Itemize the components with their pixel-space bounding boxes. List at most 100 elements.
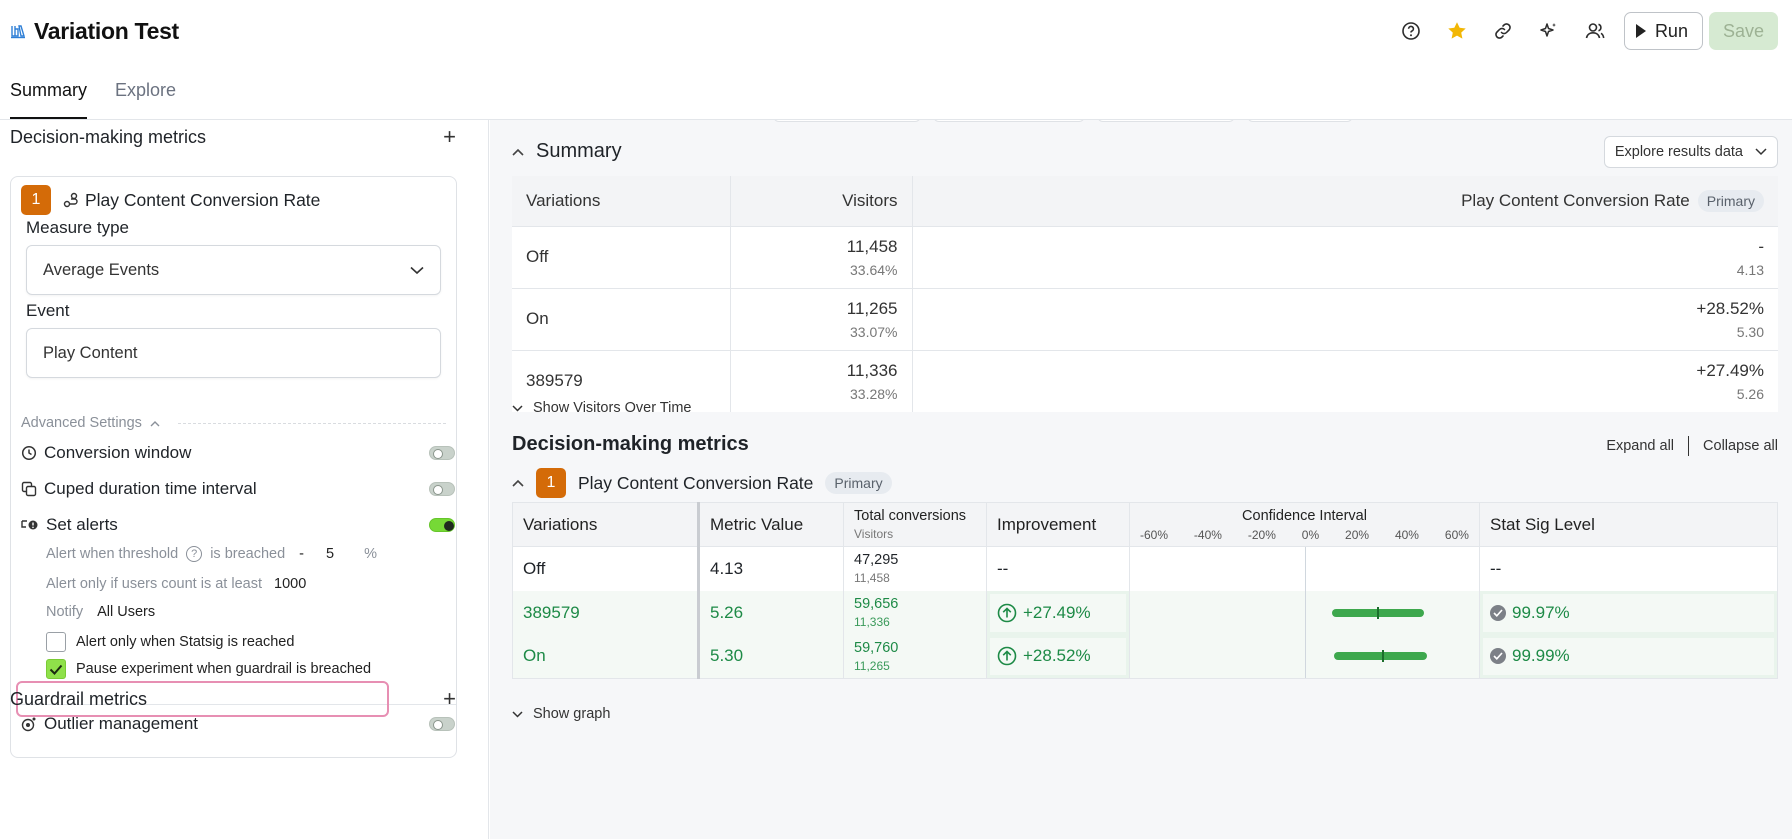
notify-row: Notify All Users: [46, 604, 155, 620]
visitors-cell: 11,336 33.28%: [730, 349, 913, 412]
dm-header-row: Variations Metric Value Total conversion…: [512, 502, 1778, 547]
statsig-check-row: Alert only when Statsig is reached: [46, 632, 294, 652]
conversion-window-toggle[interactable]: [429, 446, 455, 460]
rate-value: +27.49%: [1696, 360, 1764, 380]
table-row: Off 4.13 47,295 11,458 -- --: [512, 546, 1778, 591]
tab-explore[interactable]: Explore: [115, 80, 176, 119]
improvement-cell: +27.49%: [986, 590, 1130, 635]
ci-point: [1381, 650, 1384, 663]
dm-metric-name: Play Content Conversion Rate: [578, 472, 814, 493]
alert-users-input[interactable]: 1000: [274, 576, 306, 592]
save-button[interactable]: Save: [1708, 12, 1778, 50]
statsig-checkbox[interactable]: [46, 632, 66, 652]
table-row: On 11,265 33.07% +28.52% 5.30: [512, 287, 1778, 350]
ci-bar: [1334, 652, 1427, 661]
alert-threshold-sign[interactable]: -: [299, 546, 304, 562]
add-decision-metric-icon[interactable]: +: [443, 126, 456, 148]
stat-sig-cell: --: [1479, 546, 1778, 591]
variation-name: Off: [512, 225, 731, 288]
expand-all-button[interactable]: Expand all: [1606, 438, 1674, 454]
visitors-value: 11,458: [846, 236, 898, 256]
chip[interactable]: [1097, 120, 1235, 122]
summary-table: Variations Visitors Play Content Convers…: [512, 176, 1778, 412]
rate-cell: +28.52% 5.30: [912, 287, 1778, 350]
conversion-window-row: Conversion window: [21, 443, 455, 463]
measure-type-select[interactable]: Average Events: [26, 245, 441, 295]
guardrail-metrics-header: Guardrail metrics +: [10, 688, 456, 710]
show-visitors-toggle[interactable]: Show Visitors Over Time: [512, 400, 691, 416]
sparkle-icon[interactable]: [1526, 12, 1572, 50]
star-icon[interactable]: [1434, 12, 1480, 50]
ci-cell: [1129, 546, 1480, 591]
run-button[interactable]: Run: [1623, 12, 1703, 50]
table-row: Off 11,458 33.64% - 4.13: [512, 225, 1778, 288]
ci-point: [1376, 606, 1379, 619]
funnel-icon: [63, 192, 79, 208]
alert-breached-label: is breached: [210, 546, 286, 562]
improvement-cell: --: [986, 546, 1130, 591]
cuped-row: Cuped duration time interval: [21, 479, 455, 499]
variation-name: 389579: [512, 590, 699, 635]
cuped-toggle[interactable]: [429, 482, 455, 496]
variation-name: On: [512, 287, 731, 350]
ci-label: Confidence Interval: [1242, 507, 1367, 524]
show-graph-toggle[interactable]: Show graph: [512, 706, 610, 722]
outlier-label: Outlier management: [44, 714, 199, 733]
dm-metrics-table: Variations Metric Value Total conversion…: [512, 502, 1778, 679]
visitors-value: 11,336: [846, 360, 898, 380]
set-alerts-row: Set alerts: [21, 515, 455, 535]
ci-tick: -40%: [1193, 527, 1222, 542]
event-label: Event: [26, 301, 70, 320]
run-label: Run: [1654, 20, 1688, 41]
chevron-up-icon: [512, 148, 524, 156]
chip[interactable]: [773, 120, 921, 122]
outlier-row: Outlier management: [21, 714, 455, 734]
set-alerts-toggle[interactable]: [429, 518, 455, 532]
ci-cell: [1129, 634, 1480, 679]
tab-summary[interactable]: Summary: [10, 80, 88, 119]
conversions-cell: 47,295 11,458: [843, 546, 987, 591]
chevron-down-icon: [512, 710, 523, 718]
ci-zero-line: [1304, 634, 1306, 678]
explore-results-dropdown[interactable]: Explore results data: [1603, 136, 1778, 168]
show-visitors-label: Show Visitors Over Time: [533, 400, 692, 416]
chip[interactable]: [933, 120, 1085, 122]
stat-sig-cell: 99.97%: [1479, 590, 1778, 635]
chevron-up-icon: [512, 479, 524, 487]
page-title: Variation Test: [34, 18, 179, 44]
link-icon[interactable]: [1480, 12, 1526, 50]
conversions-cell: 59,656 11,336: [843, 590, 987, 635]
pause-checkbox[interactable]: [46, 659, 66, 679]
notify-select[interactable]: All Users: [97, 604, 155, 620]
ci-zero-line: [1304, 590, 1306, 635]
decision-metrics-header: Decision-making metrics +: [10, 126, 456, 148]
users-icon[interactable]: [1572, 12, 1618, 50]
expand-collapse-controls: Expand all Collapse all: [1606, 436, 1778, 456]
primary-badge: Primary: [1697, 189, 1764, 212]
metric-name-wrap: Play Content Conversion Rate: [63, 190, 320, 211]
event-input[interactable]: Play Content: [26, 328, 441, 378]
guardrail-metrics-title: Guardrail metrics: [10, 688, 148, 709]
summary-header[interactable]: Summary: [512, 140, 622, 163]
arrow-up-circle-icon: [997, 603, 1017, 623]
rate-value: +28.52%: [1696, 298, 1764, 318]
outlier-toggle[interactable]: [429, 717, 455, 731]
add-guardrail-metric-icon[interactable]: +: [443, 688, 456, 710]
ci-tick: 0%: [1301, 527, 1320, 542]
visitors-cell: 11,265 33.07%: [730, 287, 913, 350]
help-circle-icon[interactable]: ?: [186, 546, 203, 562]
col-variations: Variations: [512, 502, 699, 547]
ci-tick: 40%: [1394, 527, 1419, 542]
chip[interactable]: [1247, 120, 1353, 122]
dm-metric-header[interactable]: 1 Play Content Conversion Rate Primary: [512, 468, 892, 498]
collapse-all-button[interactable]: Collapse all: [1703, 438, 1778, 454]
alert-users-row: Alert only if users count is at least 10…: [46, 576, 306, 592]
cuped-label: Cuped duration time interval: [44, 479, 257, 498]
col-improvement: Improvement: [986, 502, 1130, 547]
results-panel: Summary Explore results data Variations …: [490, 120, 1792, 839]
alert-threshold-input[interactable]: 5: [326, 546, 334, 562]
advanced-settings-toggle[interactable]: Advanced Settings: [21, 415, 446, 431]
help-icon[interactable]: [1388, 12, 1434, 50]
ci-cell: [1129, 590, 1480, 635]
alert-threshold-row: Alert when threshold ? is breached - 5 %: [46, 546, 377, 562]
